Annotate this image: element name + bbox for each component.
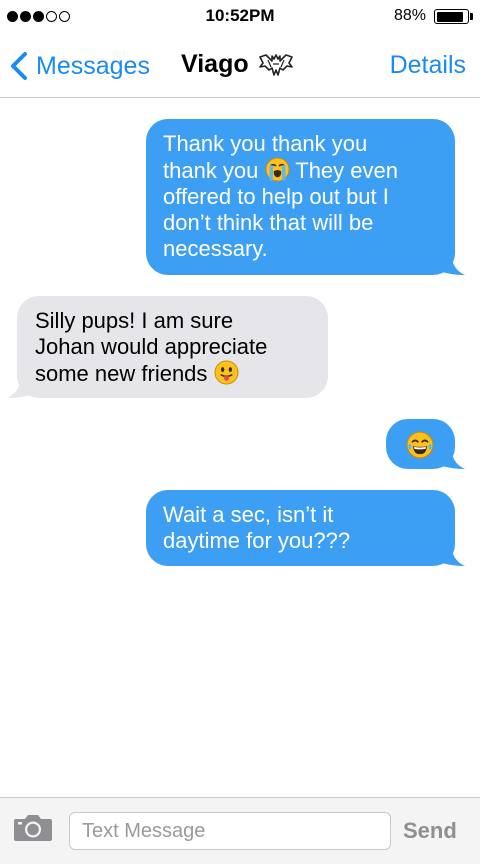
message-text: thank you: [163, 158, 259, 183]
message-input[interactable]: [69, 812, 391, 850]
message-bubble: [386, 419, 455, 469]
send-button[interactable]: Send: [403, 818, 457, 844]
battery-percent: 88%: [393, 7, 426, 24]
face-with-tears-of-joy-icon: [406, 431, 434, 459]
face-with-tongue-icon: [214, 360, 239, 385]
conversation-title: Viago: [181, 50, 293, 79]
back-button[interactable]: Messages: [8, 48, 150, 84]
message-sent: Wait a sec, isn’t it daytime for you???: [146, 490, 465, 566]
message-text: Wait a sec, isn’t it: [163, 502, 334, 527]
loudly-crying-face-icon: [265, 157, 290, 182]
chevron-left-icon: [11, 52, 27, 80]
message-text: Thank you thank you: [163, 131, 368, 156]
back-label: Messages: [36, 51, 150, 80]
message-bubble: Thank you thank you thank you They even …: [146, 119, 455, 275]
message-bubble: Wait a sec, isn’t it daytime for you???: [146, 490, 455, 566]
nav-bar: Messages Viago Details: [0, 34, 480, 98]
message-text: Johan would appreciate: [35, 334, 268, 359]
message-text: daytime for you???: [163, 528, 351, 553]
camera-icon[interactable]: [13, 811, 53, 843]
battery-level: [436, 11, 463, 22]
details-button[interactable]: Details: [390, 51, 466, 80]
bat-icon: [258, 53, 293, 76]
message-text: necessary.: [163, 236, 268, 261]
message-text: They even: [295, 158, 398, 183]
message-text: don’t think that will be: [163, 210, 374, 235]
battery-icon: [434, 9, 469, 24]
battery-tip: [470, 13, 473, 20]
contact-name: Viago: [181, 50, 249, 78]
compose-bar: Send: [0, 797, 480, 864]
message-bubble: Silly pups! I am sure Johan would apprec…: [17, 296, 328, 398]
message-sent: Thank you thank you thank you They even …: [146, 119, 465, 275]
message-text: some new friends: [35, 361, 208, 386]
message-sent: [386, 419, 465, 469]
status-bar: 10:52PM 88%: [0, 0, 480, 34]
message-text: offered to help out but I: [163, 184, 389, 209]
message-received: Silly pups! I am sure Johan would apprec…: [7, 296, 328, 398]
message-text: Silly pups! I am sure: [35, 308, 234, 333]
